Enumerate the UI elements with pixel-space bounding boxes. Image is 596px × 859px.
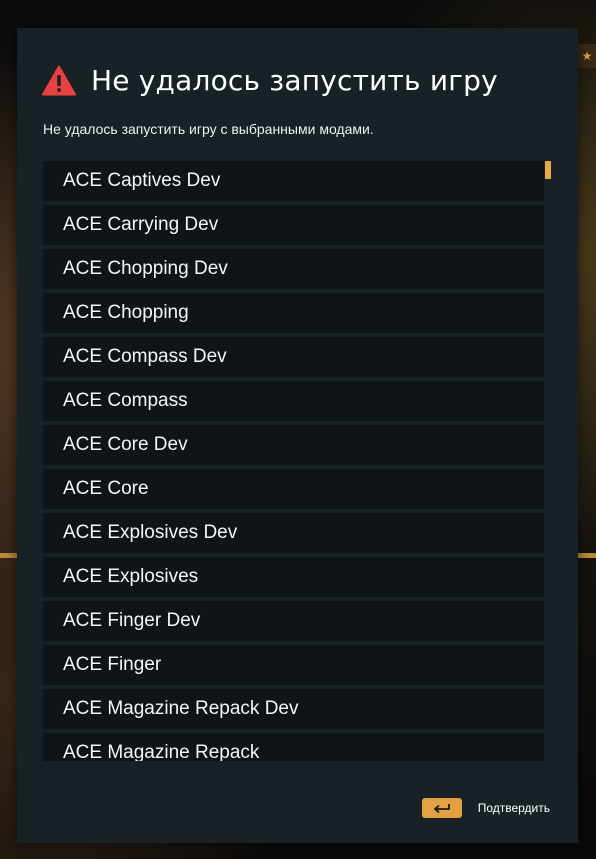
mod-name: ACE Core Dev <box>63 434 188 455</box>
dialog-header: Не удалось запустить игру <box>42 64 498 97</box>
mod-list-item[interactable]: ACE Finger Dev <box>43 601 544 641</box>
mod-name: ACE Compass Dev <box>63 346 227 367</box>
mod-name: ACE Magazine Repack <box>63 742 260 761</box>
mod-name: ACE Captives Dev <box>63 170 221 191</box>
mod-list-viewport[interactable]: ACE Captives Dev ACE Carrying Dev ACE Chop… <box>43 161 551 761</box>
mod-name: ACE Core <box>63 478 149 499</box>
enter-key-icon[interactable] <box>421 798 462 818</box>
mod-name: ACE Explosives <box>63 566 199 587</box>
mod-name: ACE Finger Dev <box>63 610 201 631</box>
mod-list-item[interactable]: ACE Core <box>43 469 544 509</box>
mod-list-item[interactable]: ACE Compass Dev <box>43 337 544 377</box>
background-stripe <box>0 553 18 558</box>
mod-list-item[interactable]: ACE Chopping <box>43 293 544 333</box>
mod-name: ACE Chopping Dev <box>63 258 228 279</box>
mod-list-item[interactable]: ACE Core Dev <box>43 425 544 465</box>
mod-name: ACE Carrying Dev <box>63 214 219 235</box>
mod-list-item[interactable]: ACE Magazine Repack <box>43 733 544 761</box>
mod-list-item[interactable]: ACE Chopping Dev <box>43 249 544 289</box>
warning-triangle-icon <box>42 65 76 96</box>
confirm-button[interactable]: Подтвердить <box>478 801 550 815</box>
error-dialog: Не удалось запустить игру Не удалось зап… <box>17 28 578 843</box>
mod-list-item[interactable]: ACE Carrying Dev <box>43 205 544 245</box>
mod-name: ACE Magazine Repack Dev <box>63 698 299 719</box>
mod-name: ACE Chopping <box>63 302 189 323</box>
star-marker-icon: ★ <box>578 44 596 68</box>
scrollbar[interactable] <box>545 161 551 761</box>
mod-list-item[interactable]: ACE Magazine Repack Dev <box>43 689 544 729</box>
mod-name: ACE Compass <box>63 390 188 411</box>
mod-list-item[interactable]: ACE Explosives Dev <box>43 513 544 553</box>
scrollbar-thumb[interactable] <box>545 161 551 179</box>
mod-list-item[interactable]: ACE Finger <box>43 645 544 685</box>
mod-list-item[interactable]: ACE Explosives <box>43 557 544 597</box>
mod-list-item[interactable]: ACE Captives Dev <box>43 161 544 201</box>
dialog-title: Не удалось запустить игру <box>91 64 498 97</box>
dialog-footer: Подтвердить <box>421 798 550 818</box>
background-stripe <box>576 553 596 558</box>
dialog-message: Не удалось запустить игру с выбранными м… <box>43 121 374 137</box>
mod-list: ACE Captives Dev ACE Carrying Dev ACE Chop… <box>43 161 544 761</box>
mod-list-item[interactable]: ACE Compass <box>43 381 544 421</box>
mod-name: ACE Explosives Dev <box>63 522 238 543</box>
mod-name: ACE Finger <box>63 654 162 675</box>
